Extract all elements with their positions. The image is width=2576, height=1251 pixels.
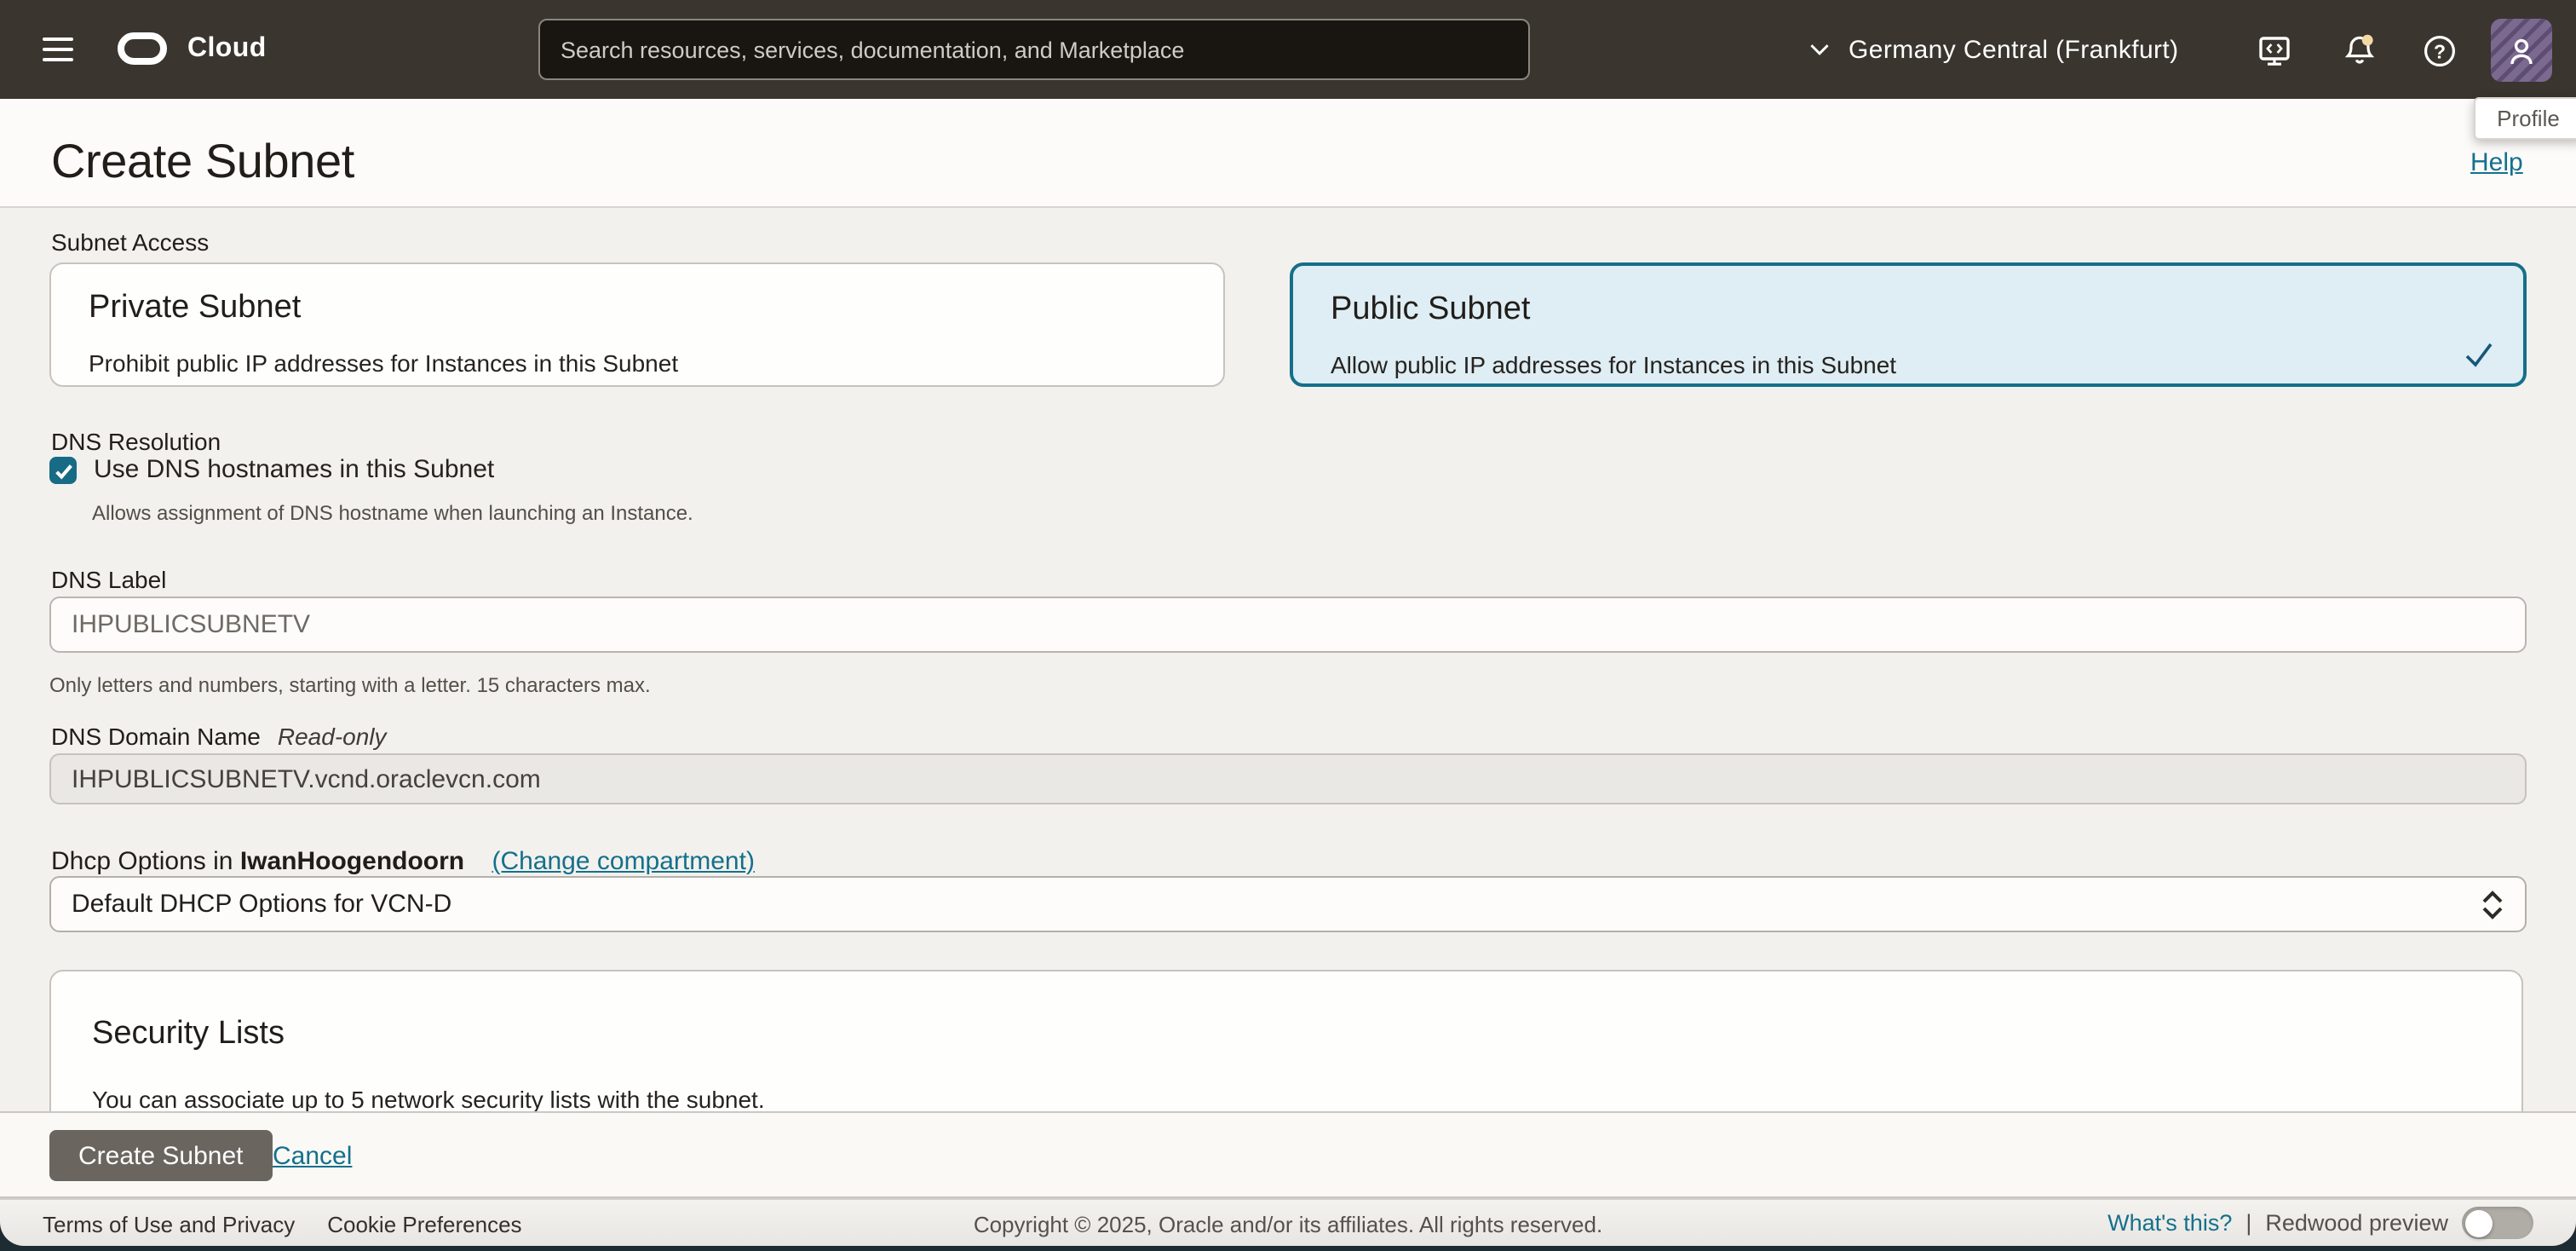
dns-domain-input xyxy=(49,753,2527,804)
action-bar: Create Subnet Cancel xyxy=(0,1111,2576,1198)
dhcp-options-prefix: Dhcp Options in xyxy=(51,847,233,876)
cookie-preferences-link[interactable]: Cookie Preferences xyxy=(327,1212,521,1237)
redwood-preview-toggle[interactable] xyxy=(2462,1207,2533,1239)
public-subnet-title: Public Subnet xyxy=(1331,291,2486,329)
public-subnet-card[interactable]: Public Subnet Allow public IP addresses … xyxy=(1290,262,2527,387)
private-subnet-title: Private Subnet xyxy=(89,290,1186,327)
select-stepper-icon xyxy=(2477,888,2508,922)
page-title: Create Subnet xyxy=(51,135,354,189)
notification-badge xyxy=(2362,35,2373,46)
dns-label-input[interactable] xyxy=(49,597,2527,653)
oracle-logo-icon[interactable] xyxy=(118,32,167,65)
security-lists-panel: Security Lists You can associate up to 5… xyxy=(49,970,2523,1111)
dns-hostnames-checkbox[interactable] xyxy=(49,457,77,484)
cloud-shell-icon[interactable] xyxy=(2256,32,2293,70)
private-subnet-desc: Prohibit public IP addresses for Instanc… xyxy=(89,349,1186,377)
dns-domain-label-row: DNS Domain Name Read-only xyxy=(51,723,387,750)
dhcp-compartment-name: IwanHoogendoorn xyxy=(240,847,464,876)
footer-separator: | xyxy=(2245,1210,2251,1236)
dns-domain-label: DNS Domain Name xyxy=(51,723,261,750)
copyright-text: Copyright © 2025, Oracle and/or its affi… xyxy=(974,1212,1602,1237)
terms-link[interactable]: Terms of Use and Privacy xyxy=(43,1212,295,1237)
public-subnet-desc: Allow public IP addresses for Instances … xyxy=(1331,351,2486,378)
cloud-logo-label[interactable]: Cloud xyxy=(187,34,267,65)
global-search[interactable] xyxy=(538,19,1530,80)
toggle-knob xyxy=(2464,1209,2492,1237)
notifications-bell-icon[interactable] xyxy=(2341,32,2378,70)
region-selector[interactable]: Germany Central (Frankfurt) xyxy=(1806,0,2179,99)
chevron-down-icon xyxy=(1806,36,1833,63)
page-footer: Terms of Use and Privacy Cookie Preferen… xyxy=(0,1198,2576,1246)
help-link[interactable]: Help xyxy=(2470,148,2523,177)
create-subnet-button[interactable]: Create Subnet xyxy=(49,1130,272,1181)
top-navigation-bar: Cloud Germany Central (Frankfurt) ? xyxy=(0,0,2576,99)
dhcp-options-label-row: Dhcp Options in IwanHoogendoorn (Change … xyxy=(51,847,755,876)
profile-avatar[interactable] xyxy=(2491,19,2552,82)
search-input[interactable] xyxy=(540,20,1569,78)
help-icon[interactable]: ? xyxy=(2421,32,2458,70)
subnet-access-label: Subnet Access xyxy=(51,228,209,256)
person-icon xyxy=(2503,32,2540,69)
dns-resolution-label: DNS Resolution xyxy=(51,428,221,455)
security-lists-desc: You can associate up to 5 network securi… xyxy=(92,1086,2481,1111)
cancel-link[interactable]: Cancel xyxy=(273,1142,352,1171)
private-subnet-card[interactable]: Private Subnet Prohibit public IP addres… xyxy=(49,262,1225,387)
svg-text:?: ? xyxy=(2434,40,2446,62)
readonly-note: Read-only xyxy=(278,723,387,750)
dns-label-helper: Only letters and numbers, starting with … xyxy=(49,673,651,697)
dns-label-label: DNS Label xyxy=(51,566,166,593)
change-compartment-link[interactable]: (Change compartment) xyxy=(492,847,754,876)
redwood-preview-label: Redwood preview xyxy=(2265,1210,2448,1236)
dhcp-options-selected-value: Default DHCP Options for VCN-D xyxy=(72,890,451,919)
dhcp-options-select[interactable]: Default DHCP Options for VCN-D xyxy=(49,876,2527,932)
dns-resolution-helper: Allows assignment of DNS hostname when l… xyxy=(92,501,693,525)
region-label: Germany Central (Frankfurt) xyxy=(1849,35,2179,64)
security-lists-title: Security Lists xyxy=(92,1016,2481,1053)
whats-this-link[interactable]: What's this? xyxy=(2107,1210,2232,1236)
profile-tooltip: Profile xyxy=(2474,97,2576,140)
form-content: Subnet Access Private Subnet Prohibit pu… xyxy=(0,208,2576,1111)
check-icon xyxy=(52,459,74,481)
selected-check-icon xyxy=(2462,337,2496,372)
create-subnet-page: Cloud Germany Central (Frankfurt) ? xyxy=(0,0,2576,1251)
dns-hostnames-checkbox-label[interactable]: Use DNS hostnames in this Subnet xyxy=(94,457,494,484)
page-header xyxy=(0,99,2576,208)
hamburger-menu-icon[interactable] xyxy=(43,37,73,61)
